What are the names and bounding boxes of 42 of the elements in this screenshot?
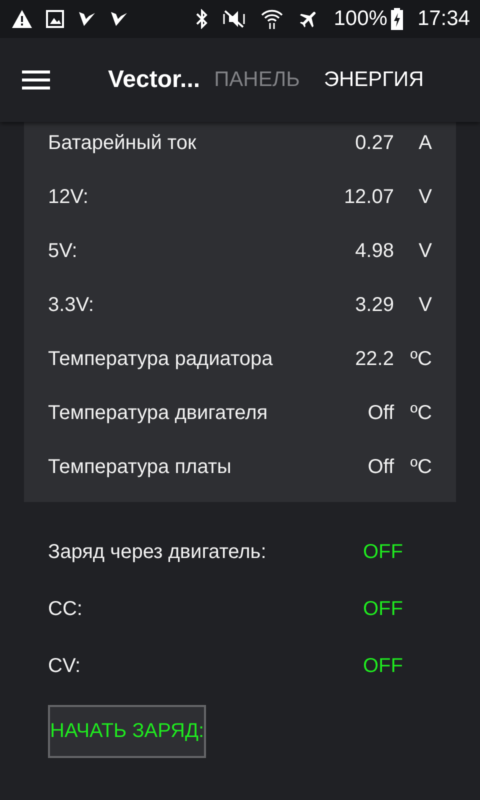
battery-charging-icon bbox=[391, 8, 404, 30]
warning-icon bbox=[12, 10, 32, 28]
image-icon bbox=[46, 10, 64, 28]
reading-unit: ºC bbox=[409, 402, 432, 424]
bluetooth-icon bbox=[196, 9, 208, 29]
vibrate-mute-icon bbox=[222, 9, 246, 29]
reading-label: Температура двигателя bbox=[48, 402, 269, 424]
wifi-icon bbox=[260, 8, 284, 30]
tab[interactable]: ЭНЕРГИЯ bbox=[324, 68, 424, 92]
reading-unit: V bbox=[418, 294, 432, 316]
app-title: Vector... bbox=[108, 66, 200, 94]
reading-value: 3.29 bbox=[355, 294, 394, 316]
menu-icon[interactable] bbox=[22, 70, 50, 90]
reading-unit: V bbox=[418, 240, 432, 262]
reading-label: 12V: bbox=[48, 186, 90, 208]
reading-value: Off bbox=[368, 456, 394, 478]
tab[interactable]: ПАНЕЛЬ bbox=[214, 68, 300, 92]
reading-unit: ºC bbox=[409, 348, 432, 370]
reading-unit: ºC bbox=[409, 456, 432, 478]
reading-value: 22.2 bbox=[355, 348, 394, 370]
charge-state: OFF bbox=[363, 541, 403, 564]
reading-value: 12.07 bbox=[344, 186, 394, 208]
charge-state: OFF bbox=[363, 655, 403, 678]
reading-label: Температура радиатора bbox=[48, 348, 274, 370]
reading-label: Температура платы bbox=[48, 456, 232, 478]
start-charge-button[interactable]: НАЧАТЬ ЗАРЯД: bbox=[48, 705, 206, 758]
check-icon bbox=[110, 10, 128, 28]
reading-value: 4.98 bbox=[355, 240, 394, 262]
charge-label: Заряд через двигатель: bbox=[48, 541, 268, 564]
reading-label: Батарейный ток bbox=[48, 132, 198, 154]
reading-value: 0.27 bbox=[355, 132, 394, 154]
battery-percent: 100% bbox=[334, 7, 388, 31]
reading-unit: A bbox=[418, 132, 432, 154]
charge-state: OFF bbox=[363, 598, 403, 621]
check-icon bbox=[78, 10, 96, 28]
clock-time: 17:34 bbox=[417, 7, 470, 31]
charge-label: CV: bbox=[48, 655, 82, 678]
reading-unit: V bbox=[418, 186, 432, 208]
reading-label: 3.3V: bbox=[48, 294, 95, 316]
reading-label: 5V: bbox=[48, 240, 78, 262]
reading-value: Off bbox=[368, 402, 394, 424]
charge-label: CC: bbox=[48, 598, 84, 621]
